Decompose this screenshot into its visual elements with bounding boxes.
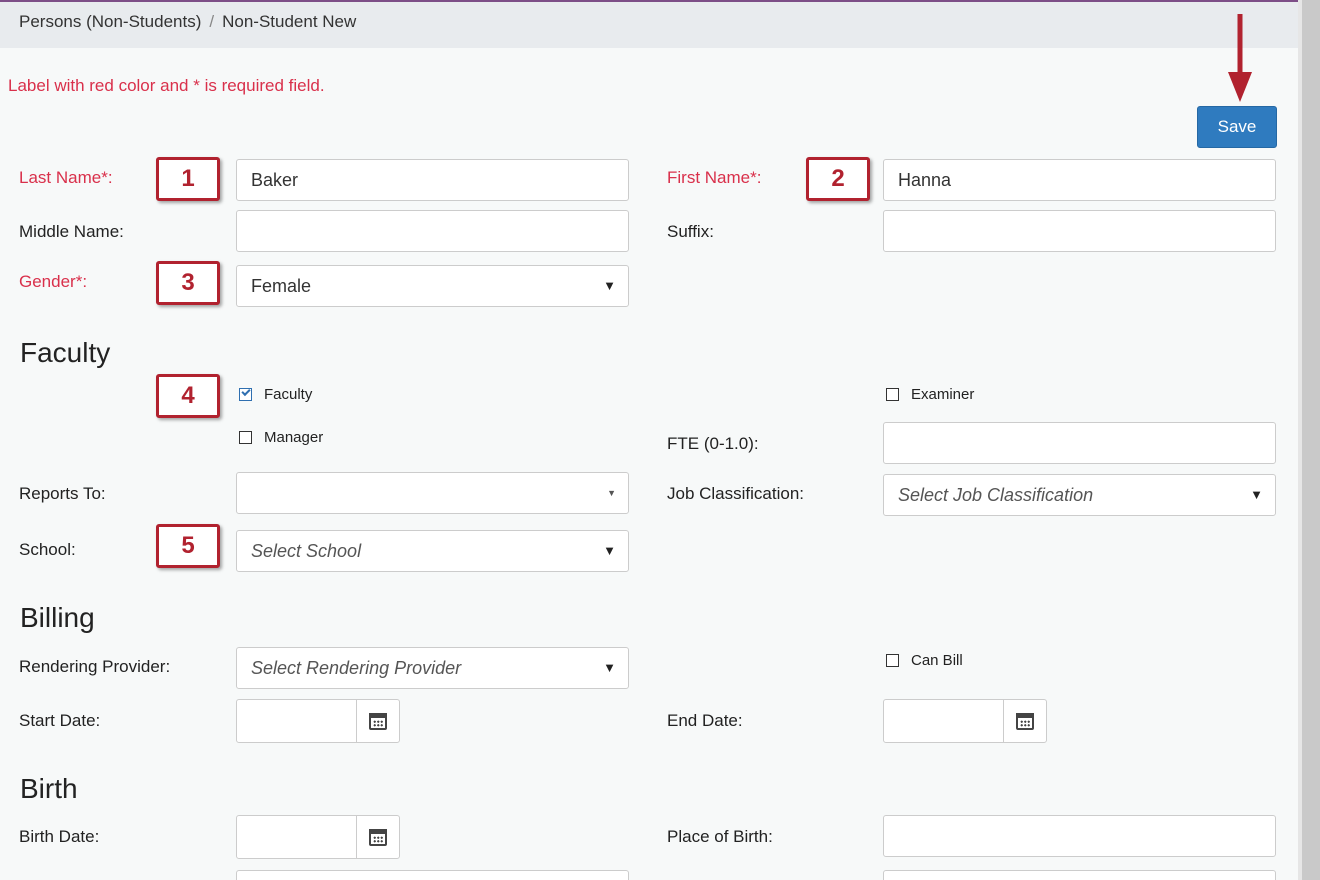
school-label: School: <box>19 540 76 559</box>
middle-name-label: Middle Name: <box>19 222 124 241</box>
reports-to-label: Reports To: <box>19 484 106 503</box>
birth-date-label: Birth Date: <box>19 827 100 846</box>
reports-to-select[interactable]: ▼ <box>236 472 629 514</box>
end-date-input[interactable] <box>883 699 1005 743</box>
arrow-down-icon <box>1228 14 1252 102</box>
step-badge-5: 5 <box>156 524 220 568</box>
place-of-birth-input[interactable] <box>883 815 1276 857</box>
faculty-checkbox-label: Faculty <box>264 386 313 403</box>
manager-checkbox[interactable]: Manager <box>239 429 323 446</box>
caret-down-icon: ▼ <box>603 660 616 675</box>
calendar-icon <box>369 712 387 730</box>
job-classification-placeholder: Select Job Classification <box>898 485 1094 505</box>
suffix-input[interactable] <box>883 210 1276 252</box>
rendering-provider-placeholder: Select Rendering Provider <box>251 658 462 678</box>
gender-label: Gender*: <box>19 272 88 291</box>
breadcrumb-parent[interactable]: Persons (Non-Students) <box>19 12 201 31</box>
start-date-label: Start Date: <box>19 711 101 730</box>
rendering-provider-select[interactable]: Select Rendering Provider ▼ <box>236 647 629 689</box>
caret-down-icon: ▼ <box>607 488 616 498</box>
birth-date-input[interactable] <box>236 815 358 859</box>
billing-section-title: Billing <box>20 602 95 633</box>
step-badge-2: 2 <box>806 157 870 201</box>
caret-down-icon: ▼ <box>603 543 616 558</box>
gender-value: Female <box>251 276 312 296</box>
first-name-input[interactable]: Hanna <box>883 159 1276 201</box>
required-field-note: Label with red color and * is required f… <box>8 76 325 95</box>
scrollbar[interactable] <box>1298 0 1320 880</box>
first-name-label: First Name*: <box>667 168 762 187</box>
can-bill-checkbox-label: Can Bill <box>911 652 963 669</box>
place-of-birth-label: Place of Birth: <box>667 827 773 846</box>
step-badge-1: 1 <box>156 157 220 201</box>
save-button[interactable]: Save <box>1197 106 1277 148</box>
next-row-left-input[interactable] <box>236 870 629 880</box>
checkbox-icon[interactable] <box>239 431 252 444</box>
start-date-input[interactable] <box>236 699 358 743</box>
middle-name-input[interactable] <box>236 210 629 252</box>
school-select[interactable]: Select School ▼ <box>236 530 629 572</box>
rendering-provider-label: Rendering Provider: <box>19 657 171 676</box>
job-classification-select[interactable]: Select Job Classification ▼ <box>883 474 1276 516</box>
checkbox-icon[interactable] <box>886 388 899 401</box>
fte-input[interactable] <box>883 422 1276 464</box>
examiner-checkbox-label: Examiner <box>911 386 975 403</box>
start-date-calendar-button[interactable] <box>356 699 400 743</box>
calendar-icon <box>369 828 387 846</box>
caret-down-icon: ▼ <box>1250 487 1263 502</box>
next-row-right-input[interactable] <box>883 870 1276 880</box>
manager-checkbox-label: Manager <box>264 429 324 446</box>
calendar-icon <box>1016 712 1034 730</box>
job-classification-label: Job Classification: <box>667 484 805 503</box>
can-bill-checkbox[interactable]: Can Bill <box>886 652 963 669</box>
gender-select[interactable]: Female ▼ <box>236 265 629 307</box>
breadcrumb-current: Non-Student New <box>222 12 357 31</box>
birth-section-title: Birth <box>20 773 78 804</box>
caret-down-icon: ▼ <box>603 278 616 293</box>
breadcrumb: Persons (Non-Students) / Non-Student New <box>0 2 1298 48</box>
end-date-calendar-button[interactable] <box>1003 699 1047 743</box>
birth-date-calendar-button[interactable] <box>356 815 400 859</box>
last-name-label: Last Name*: <box>19 168 113 187</box>
step-badge-4: 4 <box>156 374 220 418</box>
last-name-input[interactable]: Baker <box>236 159 629 201</box>
step-badge-3: 3 <box>156 261 220 305</box>
checkbox-checked-icon[interactable] <box>239 388 252 401</box>
examiner-checkbox[interactable]: Examiner <box>886 386 974 403</box>
end-date-label: End Date: <box>667 711 743 730</box>
school-placeholder: Select School <box>251 541 362 561</box>
checkbox-icon[interactable] <box>886 654 899 667</box>
faculty-section-title: Faculty <box>20 337 111 368</box>
fte-label: FTE (0-1.0): <box>667 434 759 453</box>
faculty-checkbox[interactable]: Faculty <box>239 386 312 403</box>
suffix-label: Suffix: <box>667 222 714 241</box>
breadcrumb-separator: / <box>209 12 215 31</box>
